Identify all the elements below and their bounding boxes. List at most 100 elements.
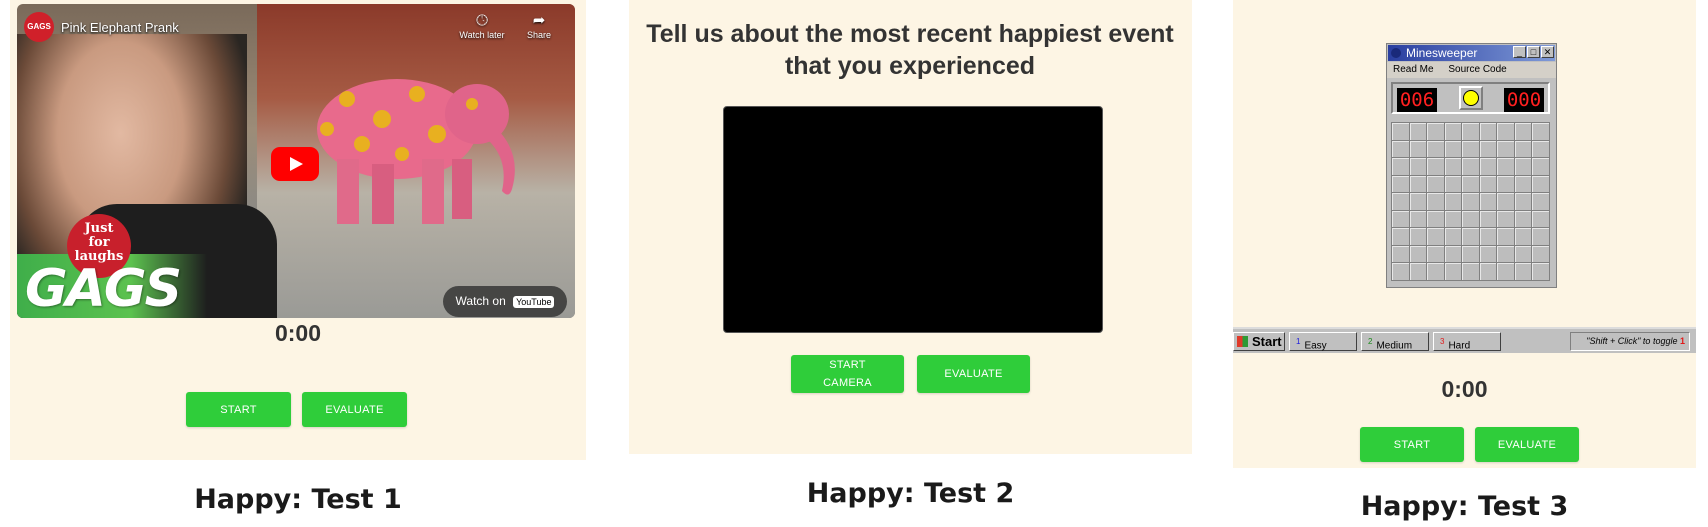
mine-cell[interactable] <box>1427 193 1444 210</box>
mine-cell[interactable] <box>1497 175 1514 193</box>
mine-cell[interactable] <box>1479 140 1497 158</box>
test2-evaluate-button[interactable]: EVALUATE <box>917 355 1030 393</box>
mine-cell[interactable] <box>1462 158 1479 175</box>
mine-cell[interactable] <box>1409 123 1427 140</box>
mine-cell[interactable] <box>1514 245 1532 263</box>
mine-cell[interactable] <box>1497 193 1514 210</box>
level-medium-button[interactable]: 2 Medium <box>1361 332 1429 351</box>
mine-cell[interactable] <box>1409 175 1427 193</box>
mine-cell[interactable] <box>1427 228 1444 245</box>
mine-cell[interactable] <box>1514 228 1532 245</box>
mine-cell[interactable] <box>1392 158 1409 175</box>
video-title[interactable]: Pink Elephant Prank <box>61 20 179 35</box>
mine-cell[interactable] <box>1409 158 1427 175</box>
mine-cell[interactable] <box>1392 228 1409 245</box>
mine-cell[interactable] <box>1392 263 1409 280</box>
mine-cell[interactable] <box>1479 123 1497 140</box>
close-icon[interactable]: ✕ <box>1541 46 1554 58</box>
mine-cell[interactable] <box>1409 193 1427 210</box>
mine-cell[interactable] <box>1409 263 1427 280</box>
mine-cell[interactable] <box>1514 210 1532 228</box>
mine-cell[interactable] <box>1392 245 1409 263</box>
mine-cell[interactable] <box>1514 193 1532 210</box>
watch-later-button[interactable]: 🕓︎ Watch later <box>457 12 507 40</box>
mine-cell[interactable] <box>1444 228 1462 245</box>
mine-cell[interactable] <box>1392 175 1409 193</box>
mine-cell[interactable] <box>1409 140 1427 158</box>
level-hard-button[interactable]: 3 Hard <box>1433 332 1501 351</box>
mine-cell[interactable] <box>1427 140 1444 158</box>
mine-cell[interactable] <box>1444 210 1462 228</box>
mine-cell[interactable] <box>1479 158 1497 175</box>
mine-cell[interactable] <box>1497 228 1514 245</box>
mine-cell[interactable] <box>1514 140 1532 158</box>
mine-cell[interactable] <box>1497 263 1514 280</box>
maximize-icon[interactable]: □ <box>1527 46 1540 58</box>
mine-cell[interactable] <box>1462 193 1479 210</box>
mine-cell[interactable] <box>1462 123 1479 140</box>
taskbar-start-button[interactable]: Start <box>1233 332 1285 351</box>
mine-cell[interactable] <box>1392 193 1409 210</box>
mine-cell[interactable] <box>1479 245 1497 263</box>
mine-cell[interactable] <box>1479 210 1497 228</box>
mine-cell[interactable] <box>1392 140 1409 158</box>
youtube-video-player[interactable]: GAGS Pink Elephant Prank 🕓︎ Watch later … <box>17 4 575 318</box>
mine-cell[interactable] <box>1392 123 1409 140</box>
mine-cell[interactable] <box>1479 175 1497 193</box>
mine-cell[interactable] <box>1427 158 1444 175</box>
mine-cell[interactable] <box>1532 210 1549 228</box>
mine-cell[interactable] <box>1532 123 1549 140</box>
mine-cell[interactable] <box>1392 210 1409 228</box>
watch-on-youtube-button[interactable]: Watch on YouTube <box>443 286 567 317</box>
mine-cell[interactable] <box>1462 228 1479 245</box>
play-icon[interactable] <box>271 147 319 181</box>
menu-source-code[interactable]: Source Code <box>1448 64 1506 75</box>
mine-cell[interactable] <box>1497 245 1514 263</box>
test3-start-button[interactable]: START <box>1360 427 1464 462</box>
test1-start-button[interactable]: START <box>186 392 291 427</box>
mine-cell[interactable] <box>1409 210 1427 228</box>
mine-cell[interactable] <box>1462 245 1479 263</box>
mine-cell[interactable] <box>1462 175 1479 193</box>
mine-cell[interactable] <box>1532 140 1549 158</box>
test3-evaluate-button[interactable]: EVALUATE <box>1475 427 1579 462</box>
mine-cell[interactable] <box>1532 175 1549 193</box>
mine-cell[interactable] <box>1497 158 1514 175</box>
minimize-icon[interactable]: _ <box>1513 46 1526 58</box>
mine-cell[interactable] <box>1514 123 1532 140</box>
mine-cell[interactable] <box>1462 263 1479 280</box>
mine-cell[interactable] <box>1532 228 1549 245</box>
mine-cell[interactable] <box>1514 158 1532 175</box>
mine-cell[interactable] <box>1462 210 1479 228</box>
mine-cell[interactable] <box>1532 245 1549 263</box>
mine-cell[interactable] <box>1427 210 1444 228</box>
mine-cell[interactable] <box>1514 263 1532 280</box>
mine-cell[interactable] <box>1532 263 1549 280</box>
mine-cell[interactable] <box>1427 123 1444 140</box>
mine-cell[interactable] <box>1427 263 1444 280</box>
mine-cell[interactable] <box>1444 175 1462 193</box>
mine-cell[interactable] <box>1409 245 1427 263</box>
mine-cell[interactable] <box>1514 175 1532 193</box>
mine-cell[interactable] <box>1444 158 1462 175</box>
mine-cell[interactable] <box>1444 263 1462 280</box>
mine-cell[interactable] <box>1444 140 1462 158</box>
mine-cell[interactable] <box>1444 123 1462 140</box>
minefield-grid[interactable] <box>1391 122 1550 281</box>
mine-cell[interactable] <box>1532 193 1549 210</box>
mine-cell[interactable] <box>1497 123 1514 140</box>
mine-cell[interactable] <box>1532 158 1549 175</box>
mine-cell[interactable] <box>1479 193 1497 210</box>
test1-evaluate-button[interactable]: EVALUATE <box>302 392 407 427</box>
mine-cell[interactable] <box>1409 228 1427 245</box>
mine-cell[interactable] <box>1427 245 1444 263</box>
mine-cell[interactable] <box>1497 140 1514 158</box>
mine-cell[interactable] <box>1444 193 1462 210</box>
mine-cell[interactable] <box>1462 140 1479 158</box>
menu-read-me[interactable]: Read Me <box>1393 64 1434 75</box>
mine-cell[interactable] <box>1479 228 1497 245</box>
start-camera-button[interactable]: START CAMERA <box>791 355 904 393</box>
mine-cell[interactable] <box>1479 263 1497 280</box>
channel-logo[interactable]: GAGS <box>24 12 54 42</box>
level-easy-button[interactable]: 1 Easy <box>1289 332 1357 351</box>
